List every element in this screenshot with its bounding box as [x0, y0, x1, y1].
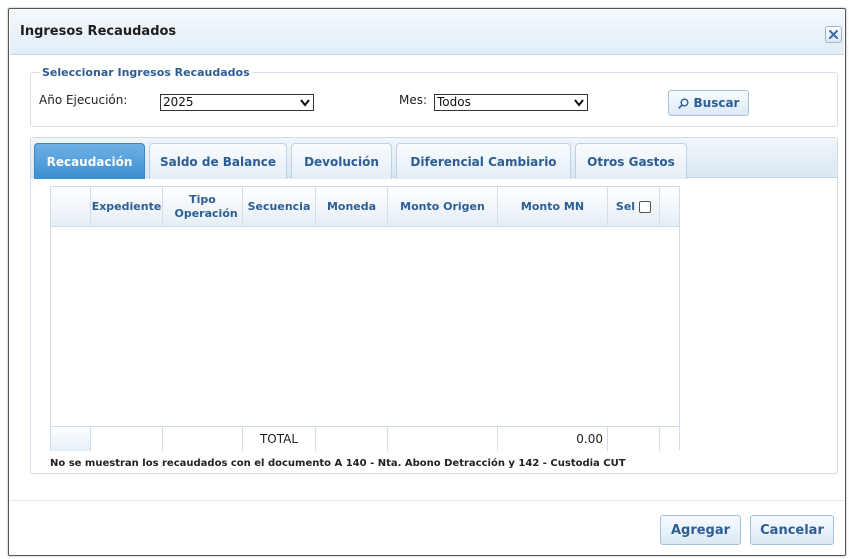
tab-saldo-de-balance[interactable]: Saldo de Balance: [149, 143, 287, 179]
dialog-title: Ingresos Recaudados: [20, 24, 177, 39]
search-button-label: Buscar: [693, 96, 740, 110]
column-header-secuencia[interactable]: Secuencia: [243, 187, 316, 227]
column-header-tipo-operacion[interactable]: Tipo Operación: [163, 187, 243, 227]
search-button[interactable]: Buscar: [668, 90, 749, 116]
column-header-scrollbar: [660, 187, 680, 227]
column-header-monto-mn[interactable]: Monto MN: [498, 187, 608, 227]
footer-cell: [388, 427, 498, 451]
column-header-expediente[interactable]: Expediente: [91, 187, 163, 227]
column-header-monto-origen[interactable]: Monto Origen: [388, 187, 498, 227]
footer-cell: [51, 427, 91, 451]
footer-cell: [91, 427, 163, 451]
tab-bar: Recaudación Saldo de Balance Devolución …: [31, 138, 837, 179]
dialog-titlebar: Ingresos Recaudados: [10, 10, 844, 55]
tab-label: Diferencial Cambiario: [410, 154, 557, 169]
tab-label: Saldo de Balance: [159, 154, 277, 169]
cancel-button-label: Cancelar: [760, 522, 824, 538]
chevron-down-icon: [300, 99, 310, 107]
tab-label: Otros Gastos: [587, 154, 675, 169]
add-button-label: Agregar: [670, 522, 731, 538]
grid-header: Expediente Tipo Operación Secuencia Mone…: [51, 187, 679, 227]
search-icon: [677, 98, 689, 109]
grid-body: [51, 228, 679, 426]
tab-diferencial-cambiario[interactable]: Diferencial Cambiario: [396, 143, 571, 179]
column-header-moneda[interactable]: Moneda: [316, 187, 388, 227]
month-select-value: Todos: [437, 95, 471, 109]
chevron-down-icon: [574, 99, 584, 107]
select-all-checkbox[interactable]: [639, 201, 652, 213]
year-label: Año Ejecución:: [39, 93, 128, 107]
dialog-content: Seleccionar Ingresos Recaudados Año Ejec…: [9, 56, 845, 555]
recaudacion-grid: Expediente Tipo Operación Secuencia Mone…: [50, 186, 680, 451]
tab-recaudacion[interactable]: Recaudación: [34, 143, 145, 179]
filter-legend: Seleccionar Ingresos Recaudados: [40, 66, 252, 79]
total-label: TOTAL: [243, 427, 316, 451]
footer-cell: [608, 427, 660, 451]
tab-label: Devolución: [304, 154, 379, 169]
filter-fieldset: Seleccionar Ingresos Recaudados Año Ejec…: [30, 66, 838, 127]
tabs-panel: Recaudación Saldo de Balance Devolución …: [30, 137, 838, 474]
footer-divider: [10, 500, 844, 501]
month-select[interactable]: Todos: [434, 94, 588, 111]
year-select-value: 2025: [163, 95, 194, 109]
column-header-sel: Sel: [608, 187, 660, 227]
footer-cell: [163, 427, 243, 451]
footer-cell: [316, 427, 388, 451]
tab-label: Recaudación: [46, 154, 133, 169]
ingresos-recaudados-dialog: Ingresos Recaudados Seleccionar Ingresos…: [8, 8, 846, 556]
column-header-row-number: [51, 187, 91, 227]
exclusion-note: No se muestran los recaudados con el doc…: [50, 458, 626, 469]
month-label: Mes:: [399, 93, 428, 107]
tab-devolucion[interactable]: Devolución: [291, 143, 392, 179]
close-button[interactable]: [825, 26, 842, 43]
year-select[interactable]: 2025: [160, 94, 314, 111]
add-button[interactable]: Agregar: [660, 515, 741, 545]
total-monto-mn: 0.00: [498, 427, 608, 451]
tab-otros-gastos[interactable]: Otros Gastos: [575, 143, 687, 179]
close-icon: [829, 30, 838, 39]
cancel-button[interactable]: Cancelar: [750, 515, 834, 545]
grid-footer: TOTAL 0.00: [51, 426, 679, 451]
